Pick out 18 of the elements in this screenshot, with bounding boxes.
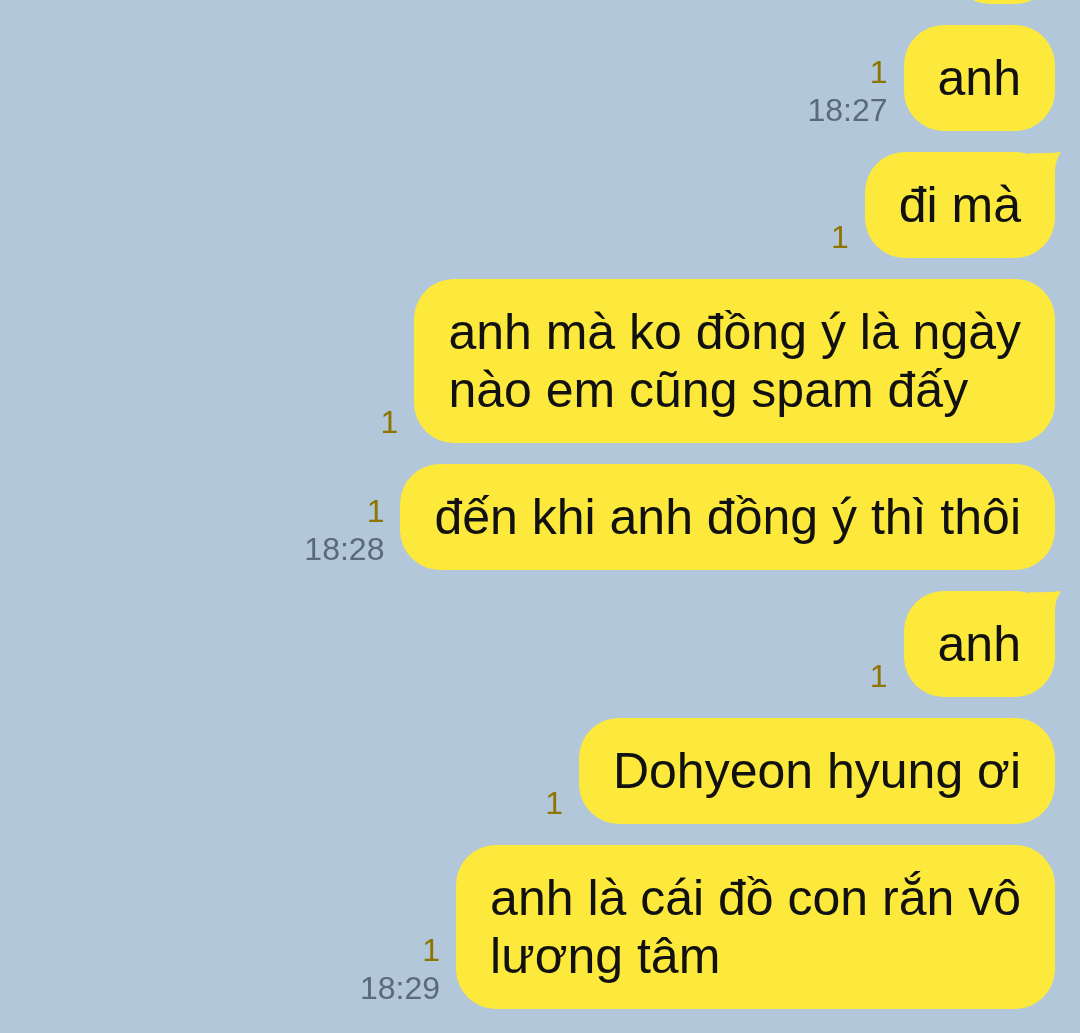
message-bubble: anh là cái đồ con rắn vô lương tâm [456, 845, 1055, 1009]
message-bubble: anh mà ko đồng ý là ngày nào em cũng spam đấy [414, 279, 1055, 443]
unread-count: 1 [545, 784, 563, 822]
message-bubble: anh [903, 591, 1055, 697]
message-bubble: Dohyeon hyung ơi [578, 718, 1055, 824]
unread-count: 1 [830, 218, 849, 256]
message-time: 18:28 [304, 530, 385, 568]
message-bubble [974, 0, 1031, 4]
unread-count: 1 [869, 53, 888, 91]
unread-count: 1 [869, 657, 888, 695]
message-time: 18:27 [807, 91, 888, 129]
message-bubble: anh [903, 25, 1055, 131]
unread-count: 1 [380, 403, 399, 441]
unread-count: 1 [422, 931, 441, 969]
message-bubble: đi mà [864, 152, 1055, 258]
message-time: 18:29 [360, 969, 441, 1007]
unread-count: 1 [366, 492, 385, 530]
message-bubble: đến khi anh đồng ý thì thôi [400, 464, 1055, 570]
